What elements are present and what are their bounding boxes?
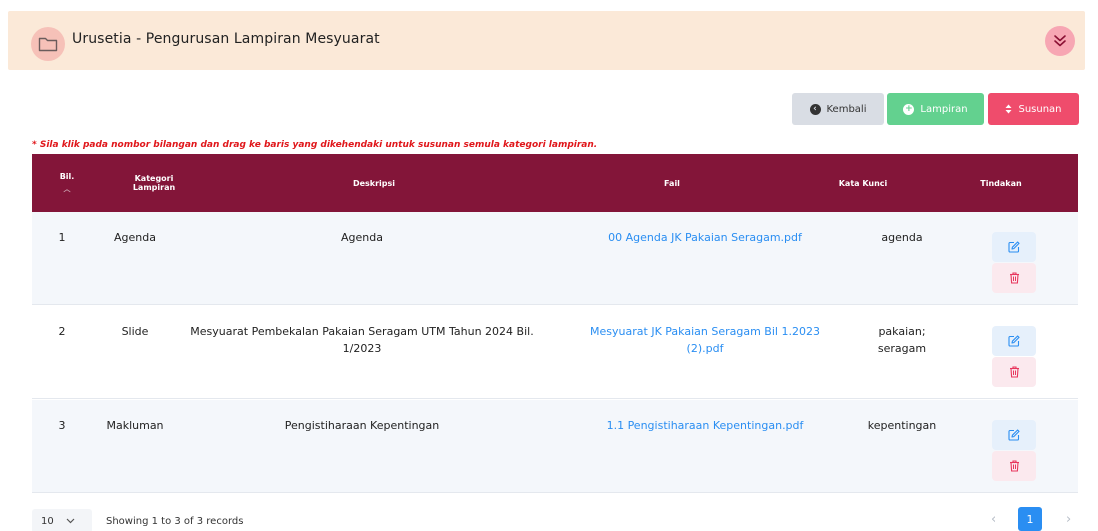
table-header: Bil. ︿ Kategori Lampiran Deskripsi Fail …: [32, 154, 1078, 212]
per-page-value: 10: [41, 515, 54, 527]
cell-kata-kunci: kepentingan: [842, 417, 962, 434]
reorder-instruction: * Sila klik pada nombor bilangan dan dra…: [32, 140, 598, 150]
table-row[interactable]: 2 Slide Mesyuarat Pembekalan Pakaian Serag…: [32, 306, 1078, 399]
cell-bil[interactable]: 2: [32, 323, 92, 340]
per-page-select[interactable]: 10: [32, 509, 92, 531]
file-link-line1: 00 Agenda JK Pakaian Seragam.pdf: [608, 231, 802, 244]
arrow-left-circle-icon: ‹: [809, 103, 821, 115]
cell-deskripsi: Agenda: [176, 229, 548, 246]
collapse-button[interactable]: [1045, 26, 1075, 56]
cell-deskripsi: Mesyuarat Pembekalan Pakaian Seragam UTM…: [176, 323, 548, 357]
panel-header: Urusetia - Pengurusan Lampiran Mesyuarat: [8, 11, 1085, 70]
header-kategori-line2: Lampiran: [132, 183, 176, 192]
edit-button[interactable]: [992, 420, 1036, 450]
column-header-deskripsi: Deskripsi: [352, 178, 396, 188]
edit-button[interactable]: [992, 326, 1036, 356]
order-button[interactable]: Susunan: [988, 93, 1079, 125]
page-button-current[interactable]: 1: [1018, 507, 1042, 531]
column-header-kategori: Kategori Lampiran: [102, 154, 206, 212]
column-header-tindakan: Tindakan: [980, 178, 1022, 188]
delete-button[interactable]: [992, 263, 1036, 293]
file-link[interactable]: 00 Agenda JK Pakaian Seragam.pdf: [580, 229, 830, 246]
edit-button[interactable]: [992, 232, 1036, 262]
records-summary: Showing 1 to 3 of 3 records: [106, 516, 244, 527]
deskripsi-line1: Mesyuarat Pembekalan Pakaian Seragam UTM…: [190, 325, 534, 338]
trash-icon: [1009, 460, 1020, 472]
cell-deskripsi: Pengistiharaan Kepentingan: [176, 417, 548, 434]
trash-icon: [1009, 272, 1020, 284]
kata-kunci-line2: seragam: [877, 342, 927, 355]
previous-page-button[interactable]: ‹: [991, 512, 996, 527]
column-header-fail: Fail: [664, 178, 680, 188]
file-link-line1: 1.1 Pengistiharaan Kepentingan.pdf: [606, 419, 804, 432]
edit-icon: [1008, 241, 1020, 253]
header-kategori-line1: Kategori: [134, 174, 174, 183]
page-title: Urusetia - Pengurusan Lampiran Mesyuarat: [72, 31, 380, 47]
next-page-button[interactable]: ›: [1066, 512, 1071, 527]
back-button[interactable]: ‹ Kembali: [792, 93, 884, 125]
file-link-line1: Mesyuarat JK Pakaian Seragam Bil 1.2023: [590, 325, 820, 338]
header-bil-label: Bil.: [59, 172, 75, 181]
file-link[interactable]: Mesyuarat JK Pakaian Seragam Bil 1.2023 (…: [580, 323, 830, 357]
column-header-kata-kunci: Kata Kunci: [838, 178, 888, 188]
plus-circle-icon: +: [903, 103, 915, 115]
kata-kunci-line1: agenda: [881, 231, 923, 244]
chevron-down-icon: [66, 518, 75, 524]
delete-button[interactable]: [992, 451, 1036, 481]
deskripsi-line1: Agenda: [341, 231, 383, 244]
delete-button[interactable]: [992, 357, 1036, 387]
order-button-label: Susunan: [1018, 103, 1062, 115]
cell-kata-kunci: pakaian; seragam: [842, 323, 962, 357]
edit-icon: [1008, 335, 1020, 347]
add-attachment-label: Lampiran: [920, 103, 968, 115]
cell-kategori: Makluman: [106, 419, 164, 432]
cell-bil[interactable]: 3: [32, 417, 92, 434]
file-link-line2: (2).pdf: [686, 342, 724, 355]
cell-kategori: Agenda: [114, 231, 156, 244]
chevron-double-down-icon: [1054, 35, 1066, 47]
folder-icon: [31, 27, 65, 61]
edit-icon: [1008, 429, 1020, 441]
cell-kategori: Slide: [121, 325, 149, 338]
table-row[interactable]: 1 Agenda Agenda 00 Agenda JK Pakaian Seraga…: [32, 212, 1078, 305]
deskripsi-line2: 1/2023: [342, 342, 382, 355]
cell-bil[interactable]: 1: [32, 229, 92, 246]
add-attachment-button[interactable]: + Lampiran: [887, 93, 984, 125]
column-header-bil[interactable]: Bil. ︿: [32, 154, 102, 212]
attachments-table: Bil. ︿ Kategori Lampiran Deskripsi Fail …: [32, 154, 1078, 493]
trash-icon: [1009, 366, 1020, 378]
back-button-label: Kembali: [826, 103, 867, 115]
cell-kata-kunci: agenda: [842, 229, 962, 246]
table-footer: 10 Showing 1 to 3 of 3 records ‹ 1 ›: [32, 507, 1078, 531]
sort-icon: [1005, 104, 1012, 114]
table-row[interactable]: 3 Makluman Pengistiharaan Kepentingan 1.1 P…: [32, 400, 1078, 493]
deskripsi-line1: Pengistiharaan Kepentingan: [284, 419, 440, 432]
sort-caret-icon: ︿: [63, 185, 71, 193]
kata-kunci-line1: kepentingan: [867, 419, 937, 432]
kata-kunci-line1: pakaian;: [878, 325, 926, 338]
file-link[interactable]: 1.1 Pengistiharaan Kepentingan.pdf: [580, 417, 830, 434]
